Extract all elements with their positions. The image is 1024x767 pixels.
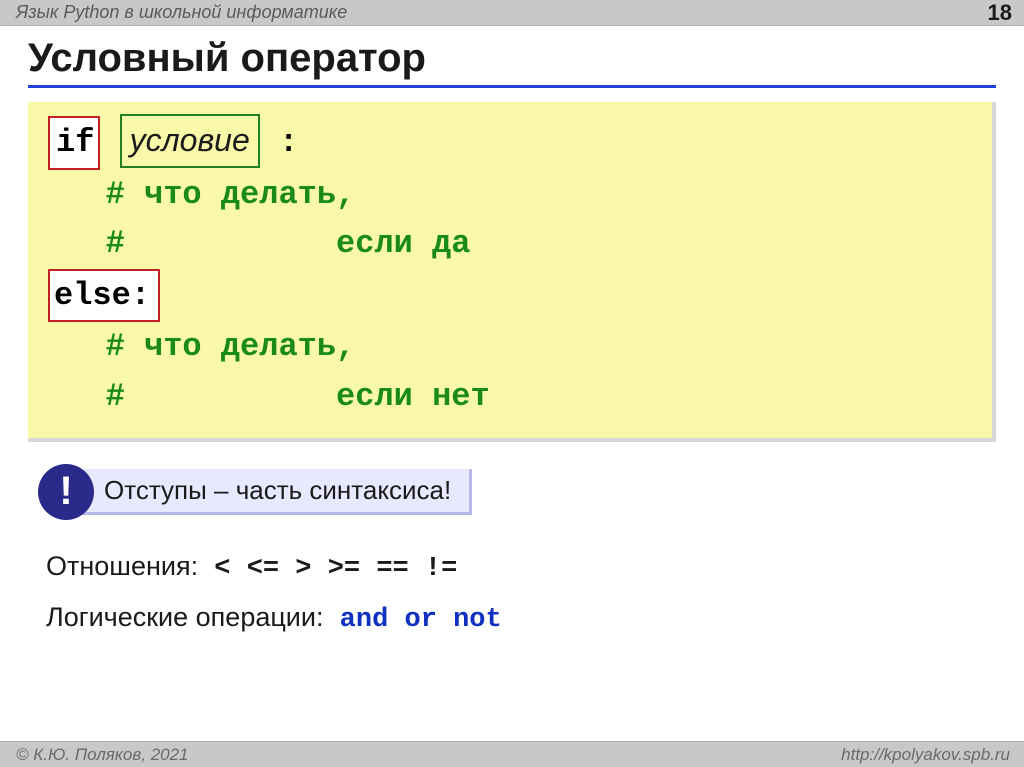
code-comment-no-1: # что делать,: [48, 322, 972, 372]
logic-and: and: [323, 605, 388, 635]
logic-label: Логические операции:: [46, 602, 323, 632]
keyword-if: if: [48, 116, 100, 170]
footer-url: http://kpolyakov.spb.ru: [841, 745, 1010, 765]
exclamation-icon: !: [38, 464, 94, 520]
header-title: Язык Python в школьной информатике: [16, 2, 347, 23]
logic-or: or: [388, 605, 437, 635]
relations-label: Отношения:: [46, 551, 198, 581]
code-block: if условие : # что делать, # если да els…: [28, 102, 996, 442]
code-comment-no-2: # если нет: [48, 372, 972, 422]
note-box: Отступы – часть синтаксиса!: [74, 469, 472, 515]
operators-block: Отношения: < <= > >= == != Логические оп…: [46, 542, 996, 645]
colon: :: [260, 124, 298, 161]
condition-placeholder: условие: [120, 114, 260, 168]
page-number: 18: [988, 0, 1012, 26]
logic-line: Логические операции: and or not: [46, 593, 996, 645]
keyword-else: else:: [48, 269, 160, 323]
logic-not: not: [437, 605, 502, 635]
code-comment-yes-1: # что делать,: [48, 170, 972, 220]
note-row: ! Отступы – часть синтаксиса!: [38, 464, 996, 520]
slide-title: Условный оператор: [28, 36, 996, 88]
code-line-else: else:: [48, 269, 972, 323]
relations-line: Отношения: < <= > >= == !=: [46, 542, 996, 594]
footer-bar: © К.Ю. Поляков, 2021 http://kpolyakov.sp…: [0, 741, 1024, 767]
relations-ops: < <= > >= == !=: [198, 554, 457, 584]
slide-content: Условный оператор if условие : # что дел…: [0, 26, 1024, 645]
header-bar: Язык Python в школьной информатике 18: [0, 0, 1024, 26]
code-line-if: if условие :: [48, 114, 972, 170]
footer-copyright: © К.Ю. Поляков, 2021: [16, 745, 189, 765]
code-comment-yes-2: # если да: [48, 219, 972, 269]
